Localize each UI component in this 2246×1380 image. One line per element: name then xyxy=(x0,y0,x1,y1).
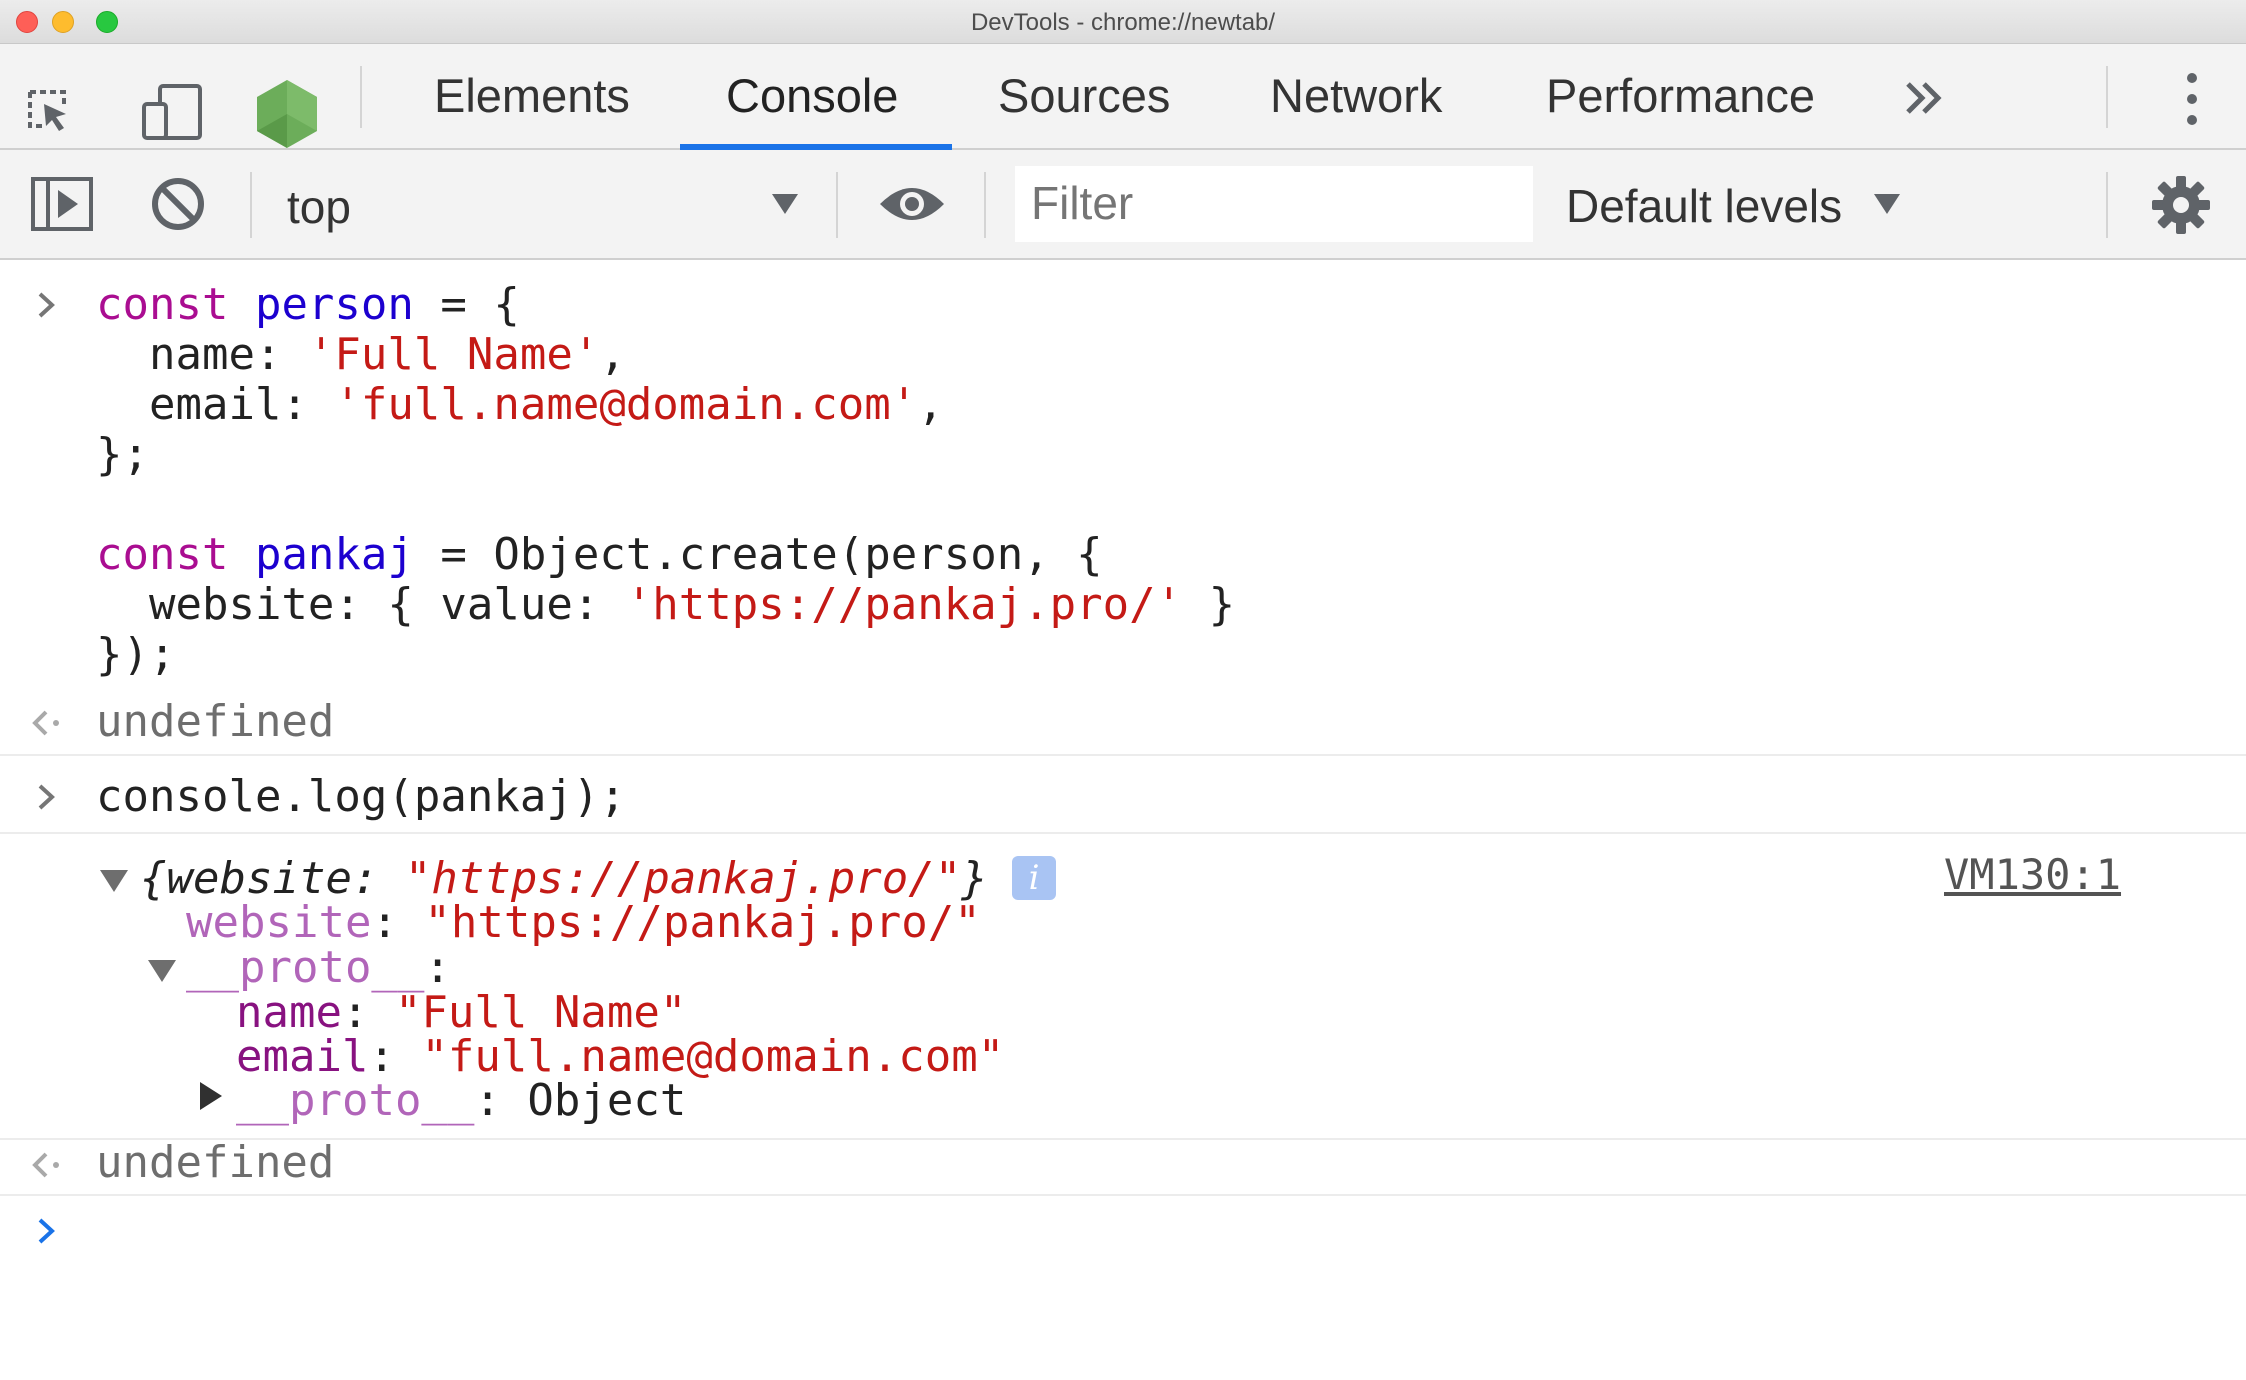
chevron-down-icon[interactable] xyxy=(770,192,800,216)
code-line: console.log(pankaj); xyxy=(96,771,626,822)
device-toolbar-icon[interactable] xyxy=(140,82,206,142)
toolbar-separator xyxy=(250,172,252,238)
result-arrow-icon xyxy=(32,710,59,736)
source-location-link[interactable]: VM130:1 xyxy=(1944,850,2121,900)
chevron-down-icon[interactable] xyxy=(1872,192,1902,216)
input-prompt-icon xyxy=(38,292,55,318)
tab-console[interactable]: Console xyxy=(726,72,898,119)
console-input[interactable] xyxy=(80,1206,2220,1266)
tab-elements[interactable]: Elements xyxy=(434,72,630,119)
toolbar-separator xyxy=(2106,172,2108,238)
expand-triangle-right-icon[interactable] xyxy=(198,1080,224,1112)
window-title: DevTools - chrome://newtab/ xyxy=(970,9,1276,36)
log-levels-dropdown[interactable]: Default levels xyxy=(1566,179,1842,233)
window-titlebar: DevTools - chrome://newtab/ xyxy=(0,0,2246,44)
more-tabs-chevron-icon[interactable] xyxy=(1904,78,1944,118)
clear-console-icon[interactable] xyxy=(150,176,206,232)
tabbar-separator xyxy=(360,66,362,128)
devtools-tabbar: Elements Console Sources Network Perform… xyxy=(0,44,2246,150)
result-value: undefined xyxy=(96,1137,335,1188)
console-messages: const person = { name: 'Full Name', emai… xyxy=(0,260,2246,1380)
toolbar-separator xyxy=(984,172,986,238)
object-property[interactable]: __proto__: xyxy=(186,943,451,993)
tabbar-separator xyxy=(2106,66,2108,128)
code-line: const person = { xyxy=(96,279,520,330)
inspect-element-icon[interactable] xyxy=(24,86,74,136)
result-value: undefined xyxy=(96,696,335,747)
filter-input[interactable]: Filter xyxy=(1015,166,1533,242)
message-divider xyxy=(0,1194,2246,1196)
console-prompt-icon[interactable] xyxy=(36,1216,58,1246)
expand-triangle-down-icon[interactable] xyxy=(98,868,130,894)
live-expression-eye-icon[interactable] xyxy=(878,182,946,226)
object-property[interactable]: __proto__: Object xyxy=(236,1076,686,1126)
toolbar-separator xyxy=(836,172,838,238)
console-toolbar: top Filter Default levels xyxy=(0,150,2246,260)
message-divider xyxy=(0,1138,2246,1140)
code-line: const pankaj = Object.create(person, { xyxy=(96,529,1103,580)
result-arrow-icon xyxy=(32,1152,59,1178)
message-divider xyxy=(0,832,2246,834)
node-js-icon[interactable] xyxy=(254,78,320,150)
tab-performance[interactable]: Performance xyxy=(1546,72,1815,119)
expand-triangle-down-icon[interactable] xyxy=(146,958,178,984)
object-property: website: "https://pankaj.pro/" xyxy=(186,897,981,948)
code-line: }); xyxy=(96,629,176,680)
code-line: email: 'full.name@domain.com', xyxy=(96,379,944,430)
gear-icon[interactable] xyxy=(2150,174,2212,236)
execution-context-select[interactable]: top xyxy=(287,180,351,234)
info-badge-icon[interactable]: i xyxy=(1012,856,1056,900)
code-line: }; xyxy=(96,429,149,480)
tab-network[interactable]: Network xyxy=(1270,72,1442,119)
kebab-menu-icon[interactable] xyxy=(2170,70,2214,128)
show-sidebar-icon[interactable] xyxy=(30,176,94,232)
code-line: name: 'Full Name', xyxy=(96,329,626,380)
message-divider xyxy=(0,754,2246,756)
tab-sources[interactable]: Sources xyxy=(998,72,1170,119)
input-prompt-icon xyxy=(38,784,55,810)
code-line: website: { value: 'https://pankaj.pro/' … xyxy=(96,579,1236,630)
